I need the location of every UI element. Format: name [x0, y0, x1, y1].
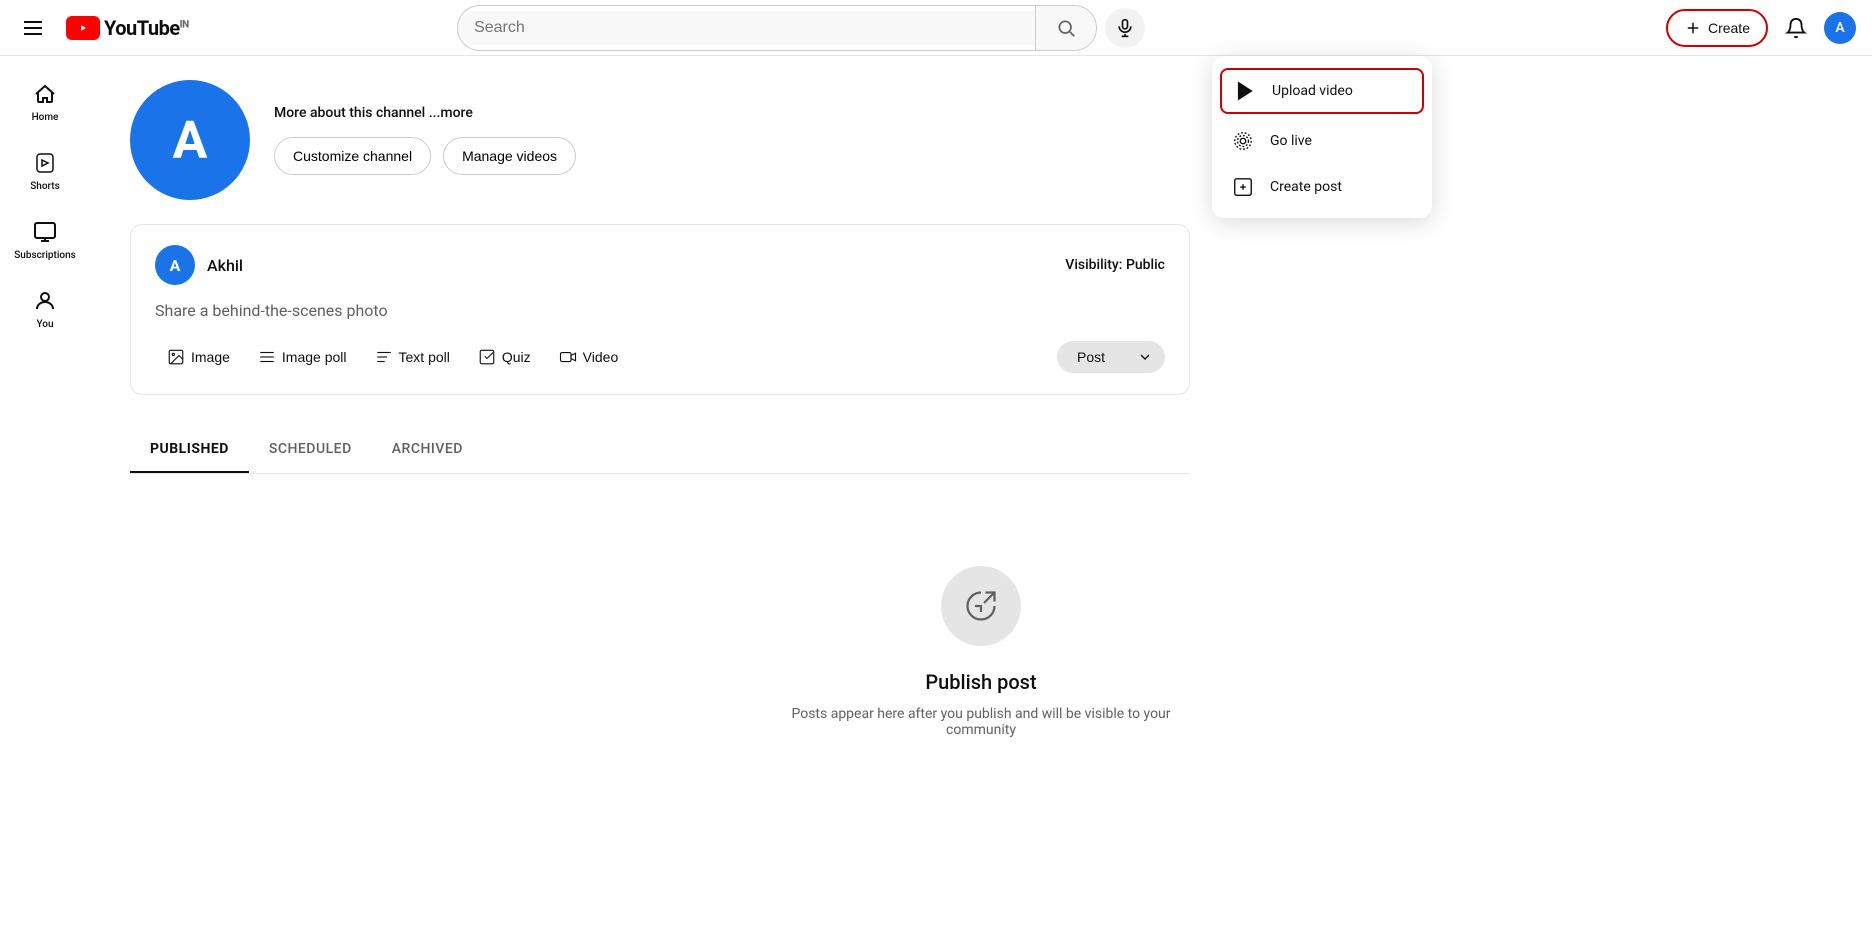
post-button[interactable]: Post	[1057, 341, 1125, 373]
sidebar-item-shorts[interactable]: Shorts	[4, 137, 86, 206]
header-left: YouTubeIN	[16, 13, 189, 43]
youtube-wordmark: YouTubeIN	[104, 16, 189, 40]
channel-more-text: More about this channel ...more	[274, 105, 576, 121]
search-input[interactable]	[458, 11, 1035, 45]
composer-author-name: Akhil	[207, 256, 243, 275]
create-dropdown-menu: Upload video Go live Create post	[1212, 56, 1432, 218]
tab-archived[interactable]: ARCHIVED	[372, 427, 483, 473]
toolbar-text-poll-button[interactable]: Text poll	[363, 340, 462, 374]
channel-actions: Customize channel Manage videos	[274, 137, 576, 175]
tab-scheduled[interactable]: SCHEDULED	[249, 427, 372, 473]
sidebar-item-you-label: You	[36, 319, 53, 330]
content-tabs: PUBLISHED SCHEDULED ARCHIVED	[130, 427, 1190, 474]
dropdown-go-live-label: Go live	[1270, 133, 1312, 149]
toolbar-quiz-button[interactable]: Quiz	[466, 340, 543, 374]
sidebar-item-subscriptions-label: Subscriptions	[14, 250, 76, 261]
empty-state-subtitle: Posts appear here after you publish and …	[781, 706, 1181, 738]
tab-published[interactable]: PUBLISHED	[130, 427, 249, 473]
main-content: A More about this channel ...more Custom…	[90, 56, 1872, 822]
mic-button[interactable]	[1105, 8, 1145, 48]
dropdown-go-live[interactable]: Go live	[1212, 118, 1432, 164]
youtube-logo-icon	[66, 16, 100, 40]
channel-more-link[interactable]: ...more	[429, 105, 473, 121]
composer-header: A Akhil Visibility: Public	[155, 245, 1165, 285]
search-button[interactable]	[1035, 6, 1096, 50]
toolbar-quiz-label: Quiz	[502, 349, 531, 365]
dropdown-create-post-label: Create post	[1270, 179, 1342, 195]
post-composer: A Akhil Visibility: Public Share a behin…	[130, 224, 1190, 395]
header-right: Create A	[1666, 8, 1856, 48]
toolbar-video-button[interactable]: Video	[547, 340, 631, 374]
toolbar-text-poll-label: Text poll	[399, 349, 450, 365]
empty-state: Publish post Posts appear here after you…	[130, 506, 1832, 798]
dropdown-create-post[interactable]: Create post	[1212, 164, 1432, 210]
composer-avatar: A	[155, 245, 195, 285]
sidebar-item-you[interactable]: You	[4, 275, 86, 344]
dropdown-upload-video-label: Upload video	[1272, 83, 1353, 99]
header: YouTubeIN Create A	[0, 0, 1872, 56]
sidebar-item-shorts-label: Shorts	[30, 181, 60, 192]
channel-info: More about this channel ...more Customiz…	[274, 105, 576, 175]
manage-videos-button[interactable]: Manage videos	[443, 137, 576, 175]
toolbar-image-poll-button[interactable]: Image poll	[246, 340, 359, 374]
empty-state-icon	[941, 566, 1021, 646]
toolbar-image-button[interactable]: Image	[155, 340, 242, 374]
header-center	[441, 5, 1161, 51]
sidebar-item-home-label: Home	[32, 112, 59, 123]
post-dropdown-button[interactable]	[1125, 341, 1165, 373]
sidebar-item-home[interactable]: Home	[4, 68, 86, 137]
menu-button[interactable]	[16, 13, 50, 43]
create-button[interactable]: Create	[1666, 9, 1768, 47]
avatar[interactable]: A	[1824, 12, 1856, 44]
dropdown-upload-video[interactable]: Upload video	[1220, 68, 1424, 114]
channel-avatar: A	[130, 80, 250, 200]
toolbar-image-label: Image	[191, 349, 230, 365]
notifications-button[interactable]	[1776, 8, 1816, 48]
composer-visibility: Visibility: Public	[1065, 257, 1165, 273]
post-actions: Post	[1057, 341, 1165, 373]
logo[interactable]: YouTubeIN	[66, 16, 189, 40]
search-form	[457, 5, 1097, 51]
empty-state-title: Publish post	[925, 670, 1036, 694]
sidebar-item-subscriptions[interactable]: Subscriptions	[4, 206, 86, 275]
create-label: Create	[1708, 20, 1750, 36]
customize-channel-button[interactable]: Customize channel	[274, 137, 431, 175]
toolbar-video-label: Video	[583, 349, 619, 365]
composer-text-area[interactable]: Share a behind-the-scenes photo	[155, 301, 1165, 320]
composer-toolbar: Image Image poll Text poll Quiz Video	[155, 340, 1165, 374]
toolbar-image-poll-label: Image poll	[282, 349, 347, 365]
sidebar: Home Shorts Subscriptions You	[0, 56, 90, 874]
channel-header: A More about this channel ...more Custom…	[130, 80, 1832, 200]
